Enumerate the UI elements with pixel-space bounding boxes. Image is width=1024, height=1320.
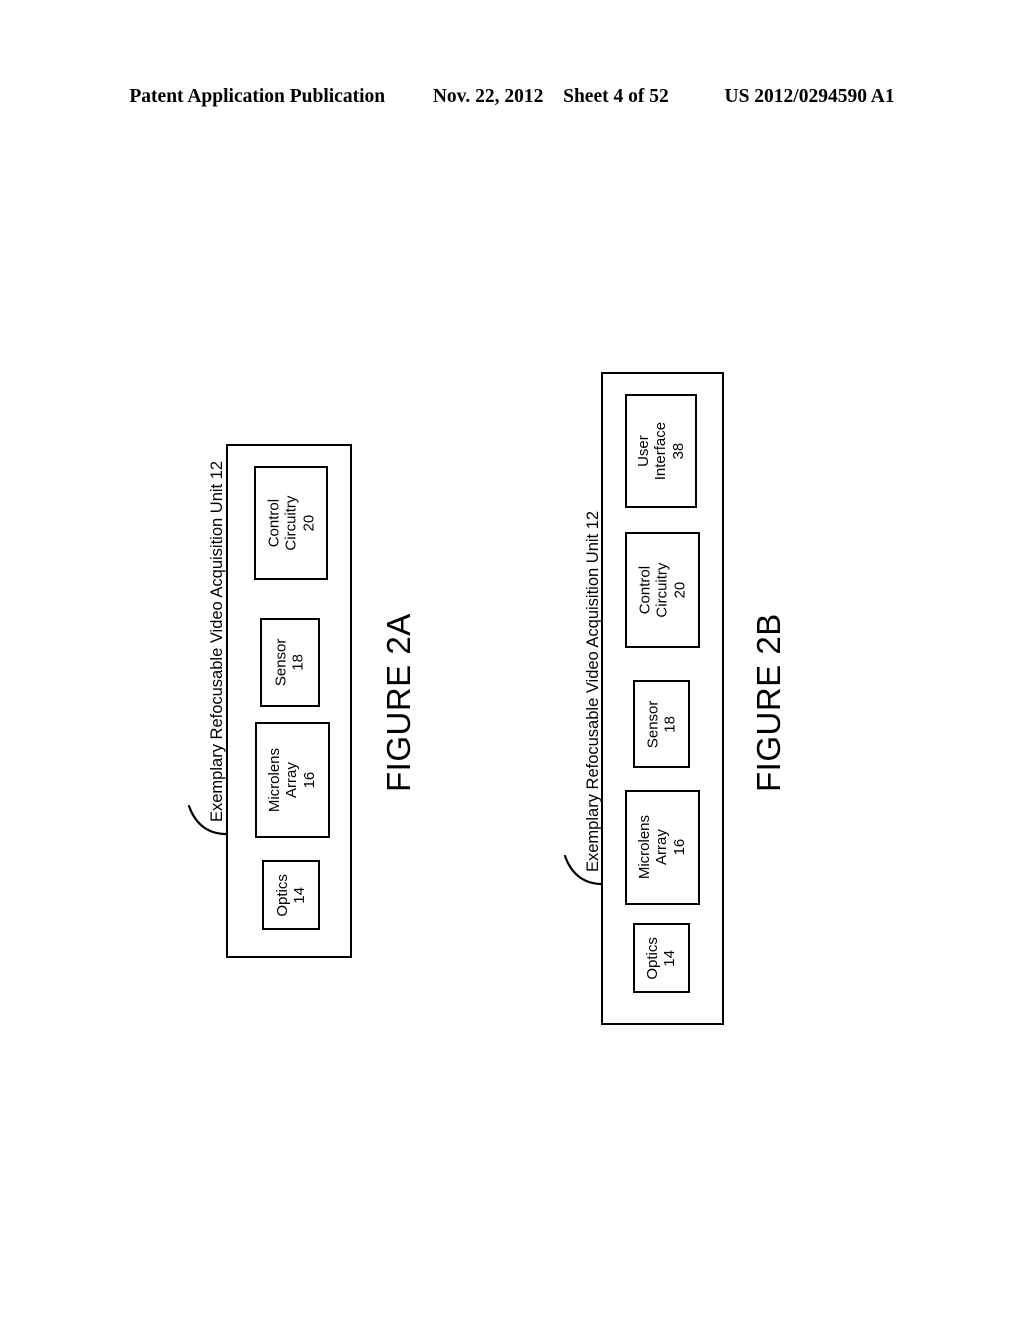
figure-2a-microlens-array-label: Microlens Array 16 bbox=[266, 748, 318, 812]
comp-ref-number: 18 bbox=[661, 715, 679, 733]
comp-ref-number: 14 bbox=[661, 949, 679, 967]
figure-2a-control-circuitry-box: Control Circuitry 20 bbox=[254, 466, 328, 580]
figure-2b-sensor-box: Sensor 18 bbox=[633, 680, 690, 768]
comp-line: Optics bbox=[273, 873, 291, 917]
comp-line: Array bbox=[283, 762, 301, 798]
comp-ref-number: 16 bbox=[671, 839, 689, 856]
figure-2a-title: FIGURE 2A bbox=[380, 613, 417, 792]
figure-2b-optics-box: Optics 14 bbox=[633, 923, 690, 993]
comp-line: Circuitry bbox=[282, 495, 300, 551]
figure-2b-title: FIGURE 2B bbox=[750, 613, 787, 792]
comp-line: Sensor bbox=[644, 700, 662, 748]
comp-ref-number: 18 bbox=[290, 654, 307, 671]
figure-2b-microlens-array-box: Microlens Array 16 bbox=[625, 790, 700, 905]
comp-line: Sensor bbox=[272, 638, 290, 687]
comp-line: Control bbox=[264, 498, 282, 548]
figure-2b-microlens-array-label: Microlens Array 16 bbox=[636, 815, 688, 879]
comp-line: Optics bbox=[644, 936, 662, 980]
figure-2a-microlens-array-box: Microlens Array 16 bbox=[255, 722, 330, 838]
figure-2b-user-interface-box: User Interface 38 bbox=[625, 394, 697, 508]
comp-line: Array bbox=[653, 829, 671, 866]
figure-2b-sensor-label: Sensor 18 bbox=[644, 700, 679, 748]
figure-2a-sensor-box: Sensor 18 bbox=[260, 618, 320, 707]
figure-2a-control-circuitry-label: Control Circuitry 20 bbox=[265, 495, 317, 550]
figure-2b-control-circuitry-box: Control Circuitry 20 bbox=[625, 532, 700, 648]
comp-line: User bbox=[634, 435, 652, 467]
figure-2b-optics-label: Optics 14 bbox=[644, 937, 679, 980]
comp-ref-number: 38 bbox=[669, 442, 687, 460]
comp-ref-number: 16 bbox=[301, 771, 319, 789]
comp-ref-number: 20 bbox=[299, 514, 317, 532]
figure-2b-control-circuitry-label: Control Circuitry 20 bbox=[636, 562, 688, 617]
comp-line: Control bbox=[636, 565, 654, 615]
figure-2a-optics-label: Optics 14 bbox=[274, 874, 309, 917]
comp-ref-number: 14 bbox=[290, 886, 308, 904]
figure-area: Exemplary Refocusable Video Acquisition … bbox=[0, 0, 1024, 1320]
comp-line: Interface bbox=[652, 421, 670, 481]
comp-line: Microlens bbox=[636, 815, 654, 880]
figure-2a-unit-label: Exemplary Refocusable Video Acquisition … bbox=[208, 460, 226, 822]
comp-line: Microlens bbox=[266, 747, 284, 813]
figure-2a-optics-box: Optics 14 bbox=[262, 860, 320, 930]
figure-2a-sensor-label: Sensor 18 bbox=[273, 639, 308, 687]
figure-2b-user-interface-label: User Interface 38 bbox=[635, 422, 687, 480]
comp-ref-number: 20 bbox=[671, 581, 689, 599]
comp-line: Circuitry bbox=[653, 562, 671, 618]
